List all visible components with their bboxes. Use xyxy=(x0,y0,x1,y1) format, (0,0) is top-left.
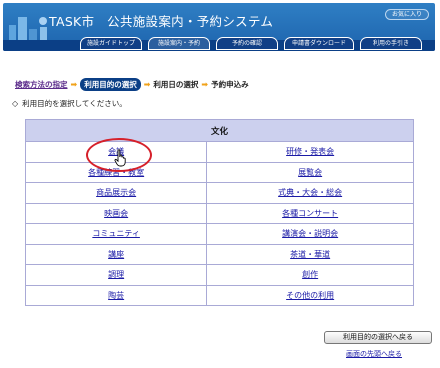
table-row: 映画会 各種コンサート xyxy=(24,202,414,224)
table-row: 陶芸 その他の利用 xyxy=(24,284,414,306)
purpose-link-training[interactable]: 研修・発表会 xyxy=(286,147,334,156)
purpose-link-ceremony[interactable]: 式典・大会・総会 xyxy=(278,188,342,197)
table-cell: その他の利用 xyxy=(206,284,414,306)
nav-tab-guide-top[interactable]: 施設ガイドトップ xyxy=(80,37,142,50)
favorites-button[interactable]: お気に入り xyxy=(385,9,429,20)
step-date: 利用日の選択 xyxy=(153,80,199,89)
main-nav: 施設ガイドトップ 施設案内・予約 予約の確認 申請書ダウンロード 利用の手引き xyxy=(80,37,422,50)
step-purpose-current: 利用目的の選択 xyxy=(80,78,141,91)
table-row: 商品展示会 式典・大会・総会 xyxy=(24,182,414,204)
step-search-method[interactable]: 検索方法の指定 xyxy=(15,79,68,90)
purpose-link-cooking[interactable]: 調理 xyxy=(108,270,124,279)
diamond-icon: ◇ xyxy=(12,99,19,108)
table-row: コミュニティ 講演会・説明会 xyxy=(24,223,414,245)
purpose-table: 文化 会議 研修・発表会 各種練習・教室 展覧会 商品展示会 式典・大会・総会 … xyxy=(24,119,414,306)
table-cell: 茶道・華道 xyxy=(206,243,414,265)
table-cell: 商品展示会 xyxy=(24,182,208,204)
instruction-text: ◇ 利用目的を選択してください。 xyxy=(12,98,127,109)
site-title: TASK市 公共施設案内・予約システム xyxy=(49,14,274,29)
purpose-link-movie[interactable]: 映画会 xyxy=(104,209,128,218)
table-cell: 展覧会 xyxy=(206,161,414,183)
table-cell: 創作 xyxy=(206,264,414,286)
table-cell: 各種コンサート xyxy=(206,202,414,224)
hand-cursor-icon xyxy=(114,149,126,167)
purpose-link-pottery[interactable]: 陶芸 xyxy=(108,291,124,300)
to-top-link-wrapper: 画面の先頭へ戻る xyxy=(346,349,402,359)
purpose-link-tea-flower[interactable]: 茶道・華道 xyxy=(290,250,330,259)
purpose-link-concert[interactable]: 各種コンサート xyxy=(282,209,338,218)
purpose-link-other[interactable]: その他の利用 xyxy=(286,291,334,300)
table-cell: 式典・大会・総会 xyxy=(206,182,414,204)
step-arrow-icon: ➡ xyxy=(143,80,151,89)
table-cell: 講座 xyxy=(24,243,208,265)
nav-tab-confirm[interactable]: 予約の確認 xyxy=(216,37,278,50)
table-row: 調理 創作 xyxy=(24,264,414,286)
table-row: 会議 研修・発表会 xyxy=(24,141,414,163)
table-cell: 陶芸 xyxy=(24,284,208,306)
step-apply: 予約申込み xyxy=(211,80,249,89)
step-arrow-icon: ➡ xyxy=(201,80,209,89)
nav-tab-reservation[interactable]: 施設案内・予約 xyxy=(148,37,210,50)
purpose-link-exhibition[interactable]: 展覧会 xyxy=(298,168,322,177)
category-header: 文化 xyxy=(25,119,414,142)
back-to-purpose-button[interactable]: 利用目的の選択へ戻る xyxy=(324,331,432,344)
step-breadcrumb: 検索方法の指定 ➡ 利用目的の選択 ➡ 利用日の選択 ➡ 予約申込み xyxy=(15,78,249,91)
purpose-link-creation[interactable]: 創作 xyxy=(302,270,318,279)
table-row: 各種練習・教室 展覧会 xyxy=(24,161,414,183)
nav-tab-guide[interactable]: 利用の手引き xyxy=(360,37,422,50)
purpose-link-product-show[interactable]: 商品展示会 xyxy=(96,188,136,197)
table-row: 講座 茶道・華道 xyxy=(24,243,414,265)
to-top-link[interactable]: 画面の先頭へ戻る xyxy=(346,350,402,358)
step-arrow-icon: ➡ xyxy=(70,80,78,89)
table-cell: 研修・発表会 xyxy=(206,141,414,163)
table-cell: 映画会 xyxy=(24,202,208,224)
purpose-link-course[interactable]: 講座 xyxy=(108,250,124,259)
instruction-label: 利用目的を選択してください。 xyxy=(22,99,127,108)
purpose-link-lecture[interactable]: 講演会・説明会 xyxy=(282,229,338,238)
table-cell: 調理 xyxy=(24,264,208,286)
table-cell: コミュニティ xyxy=(24,223,208,245)
table-cell: 講演会・説明会 xyxy=(206,223,414,245)
purpose-link-community[interactable]: コミュニティ xyxy=(92,229,140,238)
nav-tab-download[interactable]: 申請書ダウンロード xyxy=(284,37,354,50)
